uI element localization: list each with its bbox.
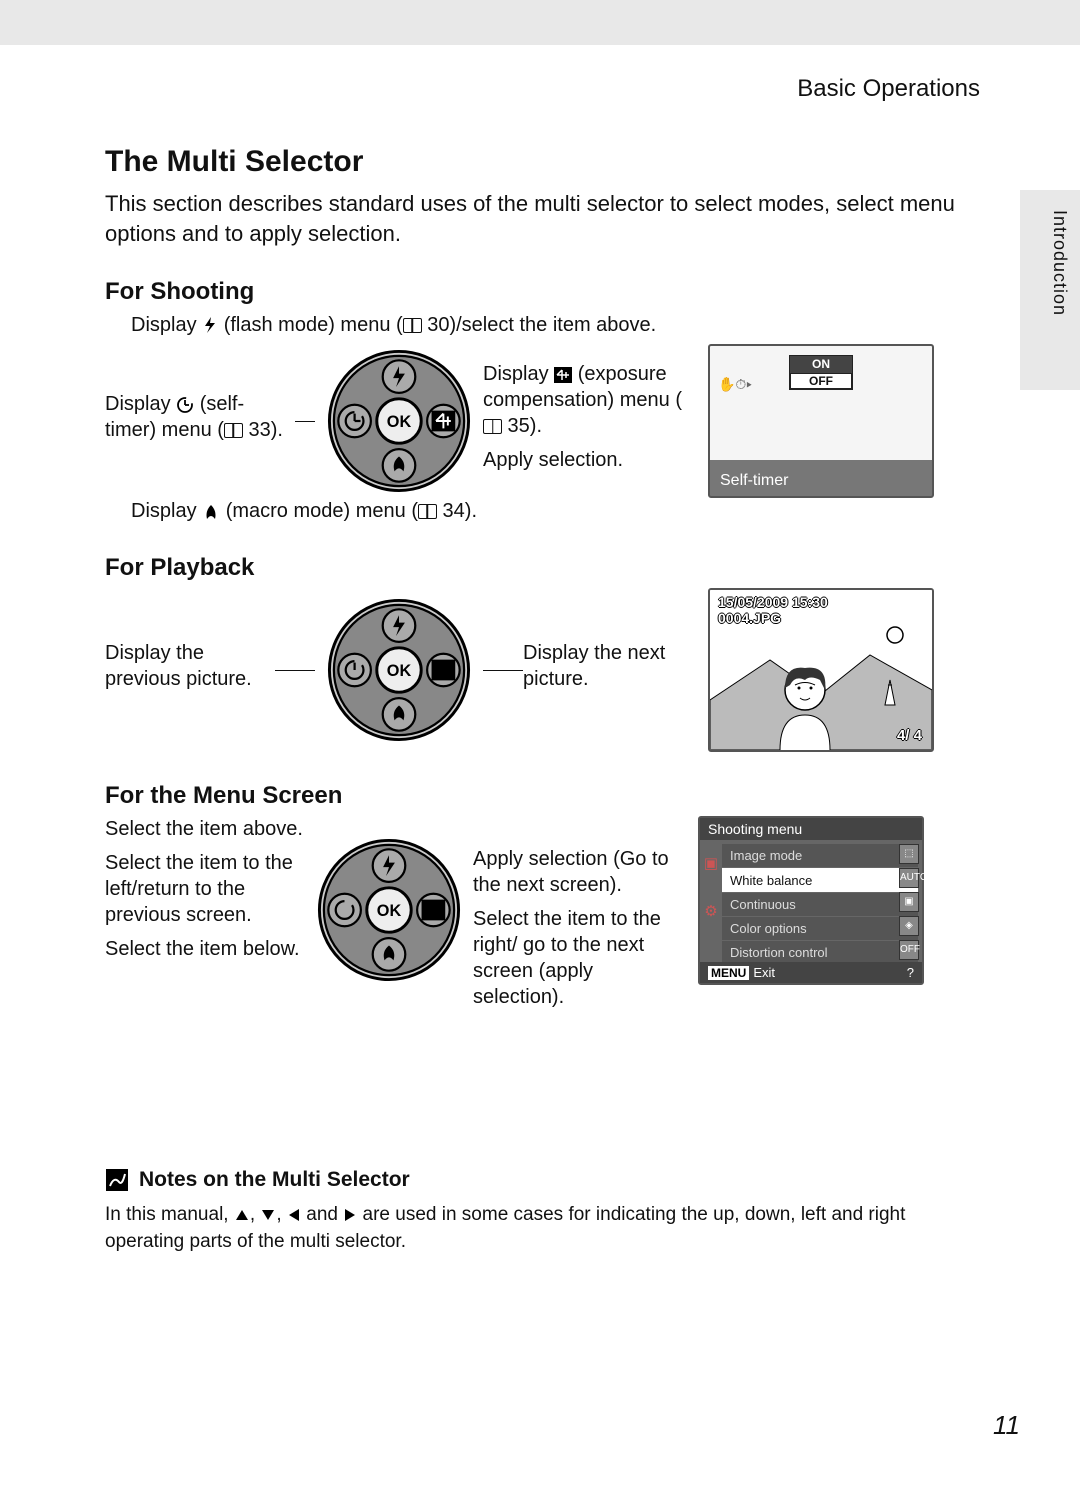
playback-left-label: Display the previous picture.: [105, 640, 275, 692]
lcd-on-text: ON: [790, 356, 852, 372]
lcd-counter: 4/ 4: [897, 727, 922, 744]
section-playback: Display the previous picture. OK: [105, 588, 980, 752]
lcd-menu-item: White balance▸: [722, 868, 918, 893]
svg-text:OK: OK: [387, 662, 412, 680]
multi-selector-dial-icon: OK: [315, 347, 483, 495]
intro-text: This section describes standard uses of …: [105, 189, 980, 248]
heading-menu: For the Menu Screen: [105, 782, 980, 810]
multi-selector-dial-icon: OK: [315, 596, 483, 744]
svg-text:OK: OK: [387, 413, 412, 431]
menu-left-label-2: Select the item to the left/return to th…: [105, 850, 305, 928]
lcd-off-text: OFF: [790, 373, 852, 389]
lcd-side-badge: ◈: [899, 916, 919, 936]
notes-body: In this manual, , , and are used in some…: [105, 1202, 930, 1255]
lcd-side-badge: ⬚: [899, 844, 919, 864]
lcd-timer-icon: ✋⏱▸: [718, 376, 752, 393]
help-icon: ?: [907, 965, 914, 980]
section-shooting: Display (flash mode) menu ( 30)/select t…: [105, 312, 980, 524]
lcd-menu-item: Color options: [722, 917, 918, 941]
lcd-side-badge: ▣: [899, 892, 919, 912]
lcd-side-badge: AUTO: [899, 868, 919, 888]
breadcrumb: Basic Operations: [0, 45, 1080, 115]
camera-icon: ▣: [704, 854, 718, 872]
notes-heading: Notes on the Multi Selector: [105, 1168, 980, 1192]
shooting-right-label-1: Display (exposure compensation) menu ( 3…: [483, 361, 693, 439]
multi-selector-dial-icon: OK: [305, 816, 473, 984]
heading-playback: For Playback: [105, 554, 980, 582]
lcd-footer-label: Exit: [753, 965, 775, 980]
heading-shooting: For Shooting: [105, 278, 980, 306]
lcd-menu-item: Image mode: [722, 844, 918, 868]
lcd-menu-header: Shooting menu: [700, 818, 922, 840]
svg-text:OK: OK: [377, 902, 402, 920]
page-number: 11: [993, 1410, 1020, 1441]
setup-icon: ⚙: [704, 902, 717, 920]
shooting-left-label: Display (self-timer) menu ( 33).: [105, 391, 295, 443]
playback-right-label: Display the next picture.: [523, 640, 693, 692]
menu-left-label-3: Select the item below.: [105, 936, 305, 962]
lcd-self-timer-label: Self-timer: [720, 472, 788, 490]
shooting-top-label: Display (flash mode) menu ( 30)/select t…: [131, 312, 980, 338]
menu-tag: MENU: [708, 966, 749, 980]
note-icon: [105, 1168, 129, 1192]
shooting-bottom-label: Display (macro mode) menu ( 34).: [131, 498, 980, 524]
page-title: The Multi Selector: [105, 145, 980, 179]
lcd-menu-item: Continuous: [722, 893, 918, 917]
lcd-self-timer: ON OFF ✋⏱▸ Self-timer: [708, 344, 934, 498]
lcd-side-badge: OFF: [899, 940, 919, 960]
menu-left-label-1: Select the item above.: [105, 816, 305, 842]
shooting-right-label-2: Apply selection.: [483, 447, 693, 473]
lcd-shooting-menu: Shooting menu ▣ ⚙ Image modeWhite balance…: [698, 816, 924, 985]
section-menu: Select the item above. Select the item t…: [105, 816, 980, 1018]
lcd-playback: 15/05/2009 15:30 0004.JPG 4/ 4: [708, 588, 934, 752]
lcd-datetime: 15/05/2009 15:30: [718, 594, 828, 610]
lcd-filename: 0004.JPG: [718, 610, 781, 626]
menu-right-label-2: Select the item to the right/ go to the …: [473, 906, 683, 1010]
menu-right-label-1: Apply selection (Go to the next screen).: [473, 846, 683, 898]
